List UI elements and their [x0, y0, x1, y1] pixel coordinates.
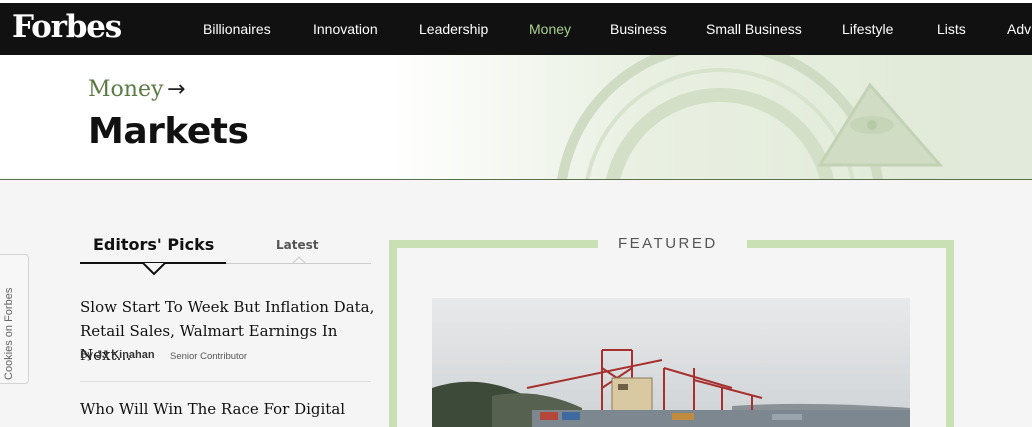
featured-label: FEATURED [618, 235, 718, 252]
nav-item-lifestyle[interactable]: Lifestyle [842, 21, 893, 37]
nav-item-leadership[interactable]: Leadership [419, 21, 488, 37]
port-cranes-illustration [432, 298, 910, 427]
nav-item-lists[interactable]: Lists [937, 21, 966, 37]
stories-tabs: Editors' Picks Latest [80, 232, 371, 276]
page-title: Markets [88, 111, 249, 152]
section-header: Money → Markets [0, 55, 1032, 180]
story-author[interactable]: JJ Kinahan [96, 349, 155, 361]
byline-prefix: By [80, 349, 93, 361]
cookies-on-forbes-tab[interactable]: Cookies on Forbes [0, 254, 29, 384]
arrow-right-icon: → [167, 77, 186, 102]
story-headline-2[interactable]: Who Will Win The Race For Digital [80, 397, 375, 421]
cookies-tab-label: Cookies on Forbes [3, 287, 15, 380]
featured-image-container-port[interactable] [432, 298, 910, 427]
breadcrumb-money[interactable]: Money [88, 77, 163, 102]
author-role: Senior Contributor [170, 351, 248, 362]
nav-item-small-business[interactable]: Small Business [706, 21, 802, 37]
story-byline: By JJ Kinahan [80, 349, 155, 361]
active-tab-caret-icon [142, 263, 166, 276]
nav-item-money[interactable]: Money [529, 21, 571, 37]
tab-latest[interactable]: Latest [276, 238, 319, 252]
nav-item-innovation[interactable]: Innovation [313, 21, 378, 37]
nav-item-business[interactable]: Business [610, 21, 667, 37]
story-divider [80, 381, 371, 382]
top-navigation-bar: Forbes Billionaires Innovation Leadershi… [0, 0, 1032, 55]
tab-editors-picks[interactable]: Editors' Picks [93, 235, 214, 254]
nav-item-billionaires[interactable]: Billionaires [203, 21, 271, 37]
main-nav: Billionaires Innovation Leadership Money… [0, 3, 1032, 58]
tab-caret-icon [292, 256, 306, 264]
nav-item-advisor[interactable]: Advi [1007, 21, 1032, 37]
